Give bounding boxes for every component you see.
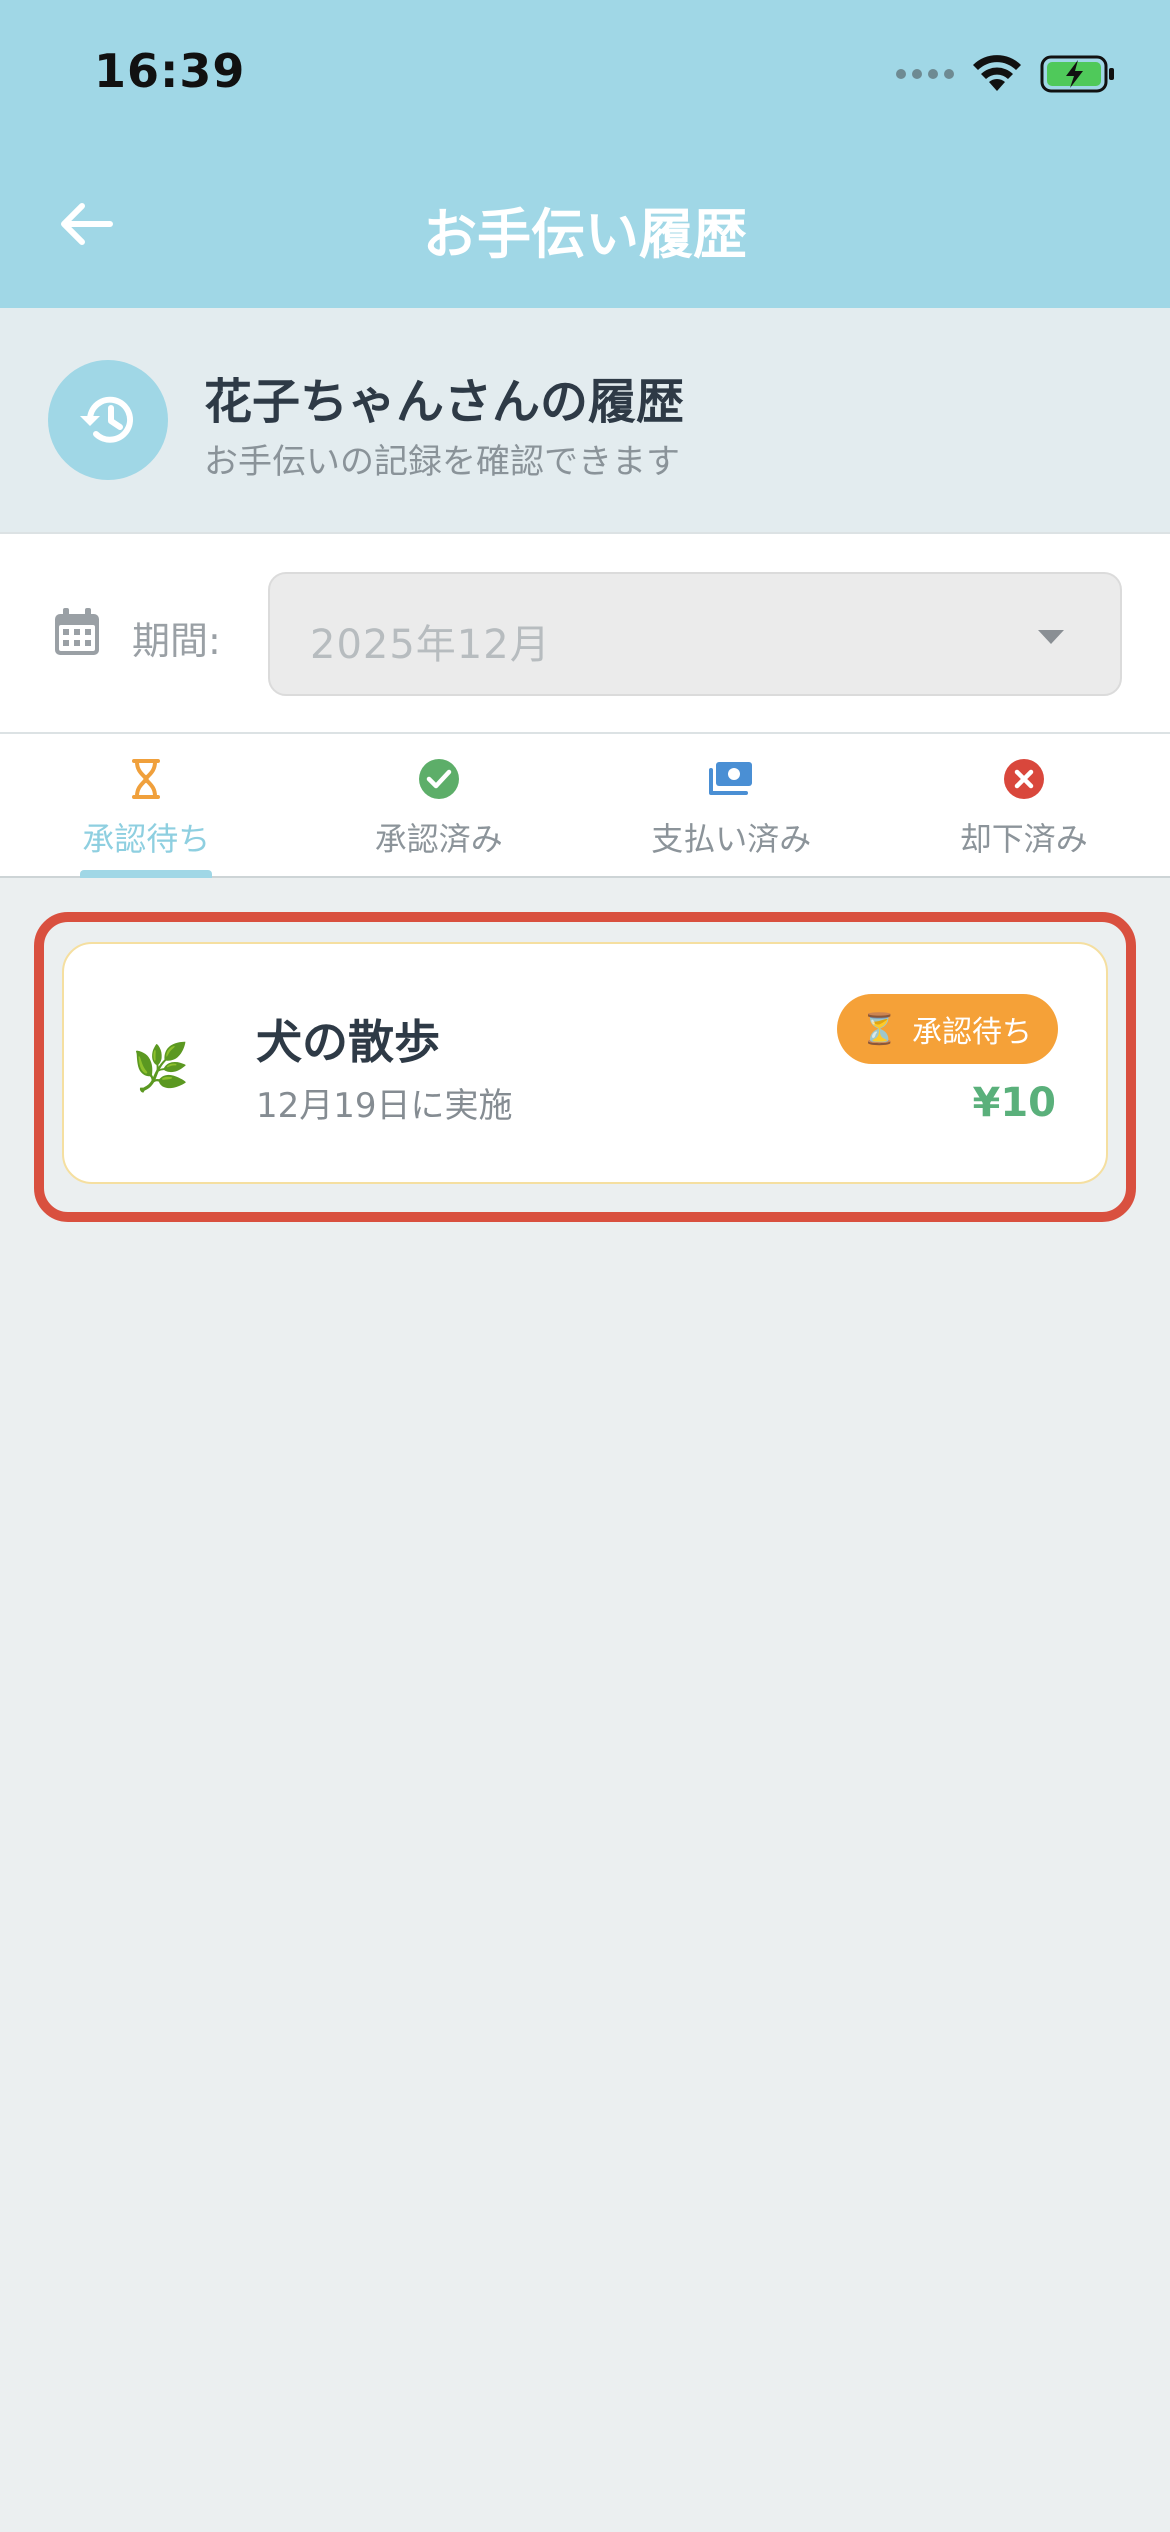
period-value: 2025年12月 bbox=[310, 622, 551, 668]
hourglass-icon: ⏳ bbox=[860, 1011, 898, 1047]
profile-header: 花子ちゃんさんの履歴 お手伝いの記録を確認できます bbox=[0, 308, 1170, 532]
money-icon bbox=[709, 762, 753, 795]
tab-label: 承認済み bbox=[374, 820, 503, 858]
tab-rejected[interactable]: 却下済み bbox=[878, 734, 1170, 876]
status-icons bbox=[896, 52, 1116, 96]
leaf-icon: 🌿 bbox=[132, 1040, 190, 1094]
tab-label: 却下済み bbox=[959, 820, 1088, 858]
history-icon bbox=[80, 396, 133, 443]
active-tab-indicator bbox=[80, 870, 212, 878]
history-avatar bbox=[48, 360, 168, 480]
profile-title: 花子ちゃんさんの履歴 bbox=[204, 374, 685, 430]
reward-amount: ¥10 bbox=[972, 1080, 1057, 1126]
wifi-icon bbox=[973, 55, 1021, 91]
signal-icon bbox=[896, 69, 954, 79]
tab-pending[interactable]: 承認待ち bbox=[0, 734, 293, 878]
x-circle-icon bbox=[1003, 759, 1044, 799]
chore-title: 犬の散歩 bbox=[256, 1015, 440, 1069]
tab-paid[interactable]: 支払い済み bbox=[585, 734, 878, 876]
check-circle-icon bbox=[418, 759, 459, 799]
chore-card[interactable]: 🌿 犬の散歩 12月19日に実施 ⏳ 承認待ち ¥10 bbox=[62, 942, 1108, 1184]
status-badge: ⏳ 承認待ち bbox=[836, 994, 1058, 1064]
calendar-icon bbox=[55, 608, 99, 655]
app-screen: 16:39 お手伝い履歴 花子ちゃんさんの履歴 お手伝いの記録を確認できます 期… bbox=[0, 0, 1170, 2532]
status-badge-label: 承認待ち bbox=[912, 1015, 1032, 1050]
tab-approved[interactable]: 承認済み bbox=[293, 734, 586, 876]
period-label: 期間: bbox=[132, 619, 221, 663]
chevron-down-icon bbox=[1038, 630, 1064, 644]
app-header: 16:39 お手伝い履歴 bbox=[0, 0, 1170, 308]
chore-date: 12月19日に実施 bbox=[256, 1086, 513, 1126]
tab-label: 承認待ち bbox=[82, 820, 211, 858]
battery-icon bbox=[1040, 55, 1114, 93]
tab-label: 支払い済み bbox=[651, 820, 812, 858]
period-select[interactable]: 2025年12月 bbox=[268, 572, 1122, 696]
status-time: 16:39 bbox=[94, 44, 246, 98]
hourglass-icon bbox=[132, 759, 161, 799]
page-title: お手伝い履歴 bbox=[423, 203, 747, 266]
status-tabs: 承認待ち 承認済み 支払い済み 却下済み bbox=[0, 732, 1170, 878]
period-filter: 期間: 2025年12月 bbox=[0, 532, 1170, 732]
profile-subtitle: お手伝いの記録を確認できます bbox=[204, 442, 680, 482]
